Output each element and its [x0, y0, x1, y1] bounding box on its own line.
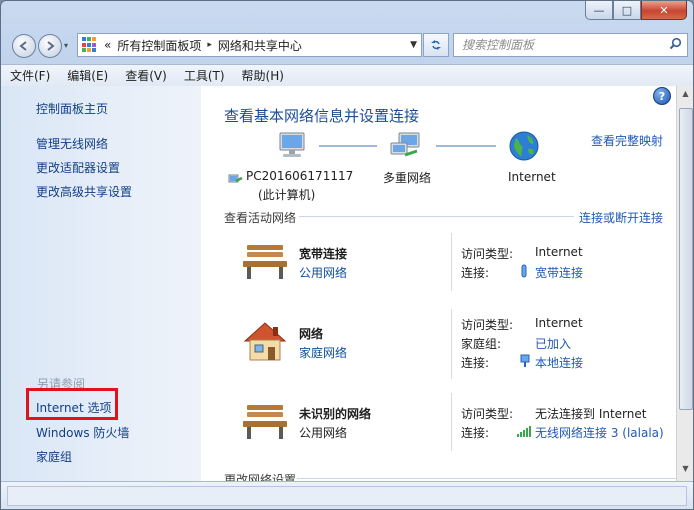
- menu-file[interactable]: 文件(F): [1, 67, 58, 84]
- network-divider: [451, 233, 452, 291]
- network-type-link-home[interactable]: 家庭网络: [299, 344, 347, 361]
- menu-view[interactable]: 查看(V): [116, 67, 175, 84]
- close-button[interactable]: ✕: [641, 1, 687, 20]
- computer-icon: [279, 132, 305, 157]
- heading-divider: [297, 478, 677, 479]
- menu-bar: 文件(F) 编辑(E) 查看(V) 工具(T) 帮助(H): [1, 64, 693, 87]
- breadcrumb-separator[interactable]: ▸: [207, 40, 212, 50]
- status-panel: [7, 486, 687, 506]
- connection-label: 连接:: [461, 266, 490, 280]
- minimize-button[interactable]: —: [585, 1, 613, 20]
- address-bar[interactable]: « 所有控制面板项 ▸ 网络和共享中心 ▼: [77, 33, 422, 57]
- recent-pages-dropdown[interactable]: ▾: [64, 41, 72, 50]
- forward-button[interactable]: [38, 34, 62, 58]
- home-network-icon: [228, 174, 243, 183]
- multiple-networks-icon: [390, 132, 420, 157]
- menu-help[interactable]: 帮助(H): [233, 67, 292, 84]
- homegroup-label: 家庭组:: [461, 337, 502, 351]
- computer-name-label: PC201606171117: [246, 169, 354, 183]
- breadcrumb-chevrons[interactable]: «: [104, 38, 111, 52]
- connection-link-broadband[interactable]: 宽带连接: [535, 264, 583, 281]
- globe-icon: [509, 131, 539, 161]
- network-divider: [451, 393, 452, 451]
- multiple-networks-label: 多重网络: [383, 171, 432, 185]
- sidebar-item-manage-wireless[interactable]: 管理无线网络: [36, 135, 108, 152]
- house-icon: [243, 322, 287, 361]
- highlight-box: [26, 388, 118, 420]
- network-type-public: 公用网络: [299, 426, 348, 440]
- dialup-connection-icon: [521, 264, 527, 278]
- help-button[interactable]: ?: [653, 87, 671, 105]
- bench-icon: [243, 245, 287, 279]
- view-full-map-link[interactable]: 查看完整映射: [591, 132, 663, 149]
- search-box[interactable]: [453, 33, 688, 57]
- scroll-down-icon[interactable]: ▼: [680, 464, 691, 478]
- arrow-left-icon: [19, 41, 27, 51]
- connection-label: 连接:: [461, 356, 490, 370]
- maximize-button[interactable]: □: [613, 1, 641, 20]
- arrow-right-icon: [47, 41, 55, 51]
- connection-link-wireless[interactable]: 无线网络连接 3 (lalala): [535, 424, 664, 441]
- network-name-broadband: 宽带连接: [299, 247, 348, 261]
- sidebar-item-homegroup[interactable]: 家庭组: [36, 448, 72, 465]
- search-input[interactable]: [460, 37, 669, 53]
- scroll-thumb[interactable]: [679, 108, 693, 410]
- menu-tools[interactable]: 工具(T): [175, 67, 233, 84]
- active-networks-heading: 查看活动网络: [224, 211, 297, 225]
- breadcrumb-all-items[interactable]: 所有控制面板项: [117, 37, 201, 54]
- map-connector-1: [319, 145, 377, 147]
- sidebar-item-adapter-settings[interactable]: 更改适配器设置: [36, 159, 120, 176]
- internet-label: Internet: [508, 170, 556, 184]
- sidebar-item-control-panel-home[interactable]: 控制面板主页: [36, 100, 108, 117]
- page-title: 查看基本网络信息并设置连接: [224, 107, 420, 125]
- refresh-icon: [431, 40, 441, 50]
- wifi-signal-icon: [517, 426, 531, 437]
- access-type-label: 访问类型:: [461, 407, 514, 421]
- vertical-scrollbar[interactable]: ▲ ▼: [676, 86, 693, 481]
- access-type-value: Internet: [535, 316, 583, 330]
- back-button[interactable]: [12, 34, 36, 58]
- heading-divider: [299, 216, 574, 217]
- map-connector-2: [436, 145, 496, 147]
- homegroup-joined-link[interactable]: 已加入: [535, 335, 571, 352]
- computer-sub-label: (此计算机): [258, 188, 316, 202]
- network-name-unidentified: 未识别的网络: [299, 407, 372, 421]
- access-type-value: 无法连接到 Internet: [535, 407, 647, 421]
- scroll-up-icon[interactable]: ▲: [680, 89, 691, 103]
- status-bar: [1, 481, 693, 509]
- network-type-link-public[interactable]: 公用网络: [299, 264, 347, 281]
- access-type-label: 访问类型:: [461, 247, 514, 261]
- network-divider: [451, 309, 452, 379]
- sidebar-item-windows-firewall[interactable]: Windows 防火墙: [36, 424, 129, 441]
- access-type-label: 访问类型:: [461, 318, 514, 332]
- ethernet-icon: [520, 354, 530, 367]
- sidebar-item-advanced-sharing[interactable]: 更改高级共享设置: [36, 183, 132, 200]
- control-panel-icon: [82, 37, 98, 53]
- connection-link-local[interactable]: 本地连接: [535, 354, 583, 371]
- connection-label: 连接:: [461, 426, 490, 440]
- bench-icon: [243, 405, 287, 439]
- caption-buttons: — □ ✕: [585, 1, 687, 20]
- address-dropdown-icon[interactable]: ▼: [410, 40, 417, 50]
- magnifier-icon[interactable]: [669, 37, 687, 53]
- access-type-value: Internet: [535, 245, 583, 259]
- window: — □ ✕ ▾ « 所有控制面板项 ▸ 网络和共享中心 ▼ 文件(F) 编辑(E…: [0, 0, 694, 510]
- network-name-network: 网络: [299, 327, 324, 341]
- breadcrumb-network-center[interactable]: 网络和共享中心: [218, 37, 302, 54]
- refresh-button[interactable]: [423, 33, 449, 57]
- menu-edit[interactable]: 编辑(E): [58, 67, 116, 84]
- connect-disconnect-link[interactable]: 连接或断开连接: [579, 209, 663, 226]
